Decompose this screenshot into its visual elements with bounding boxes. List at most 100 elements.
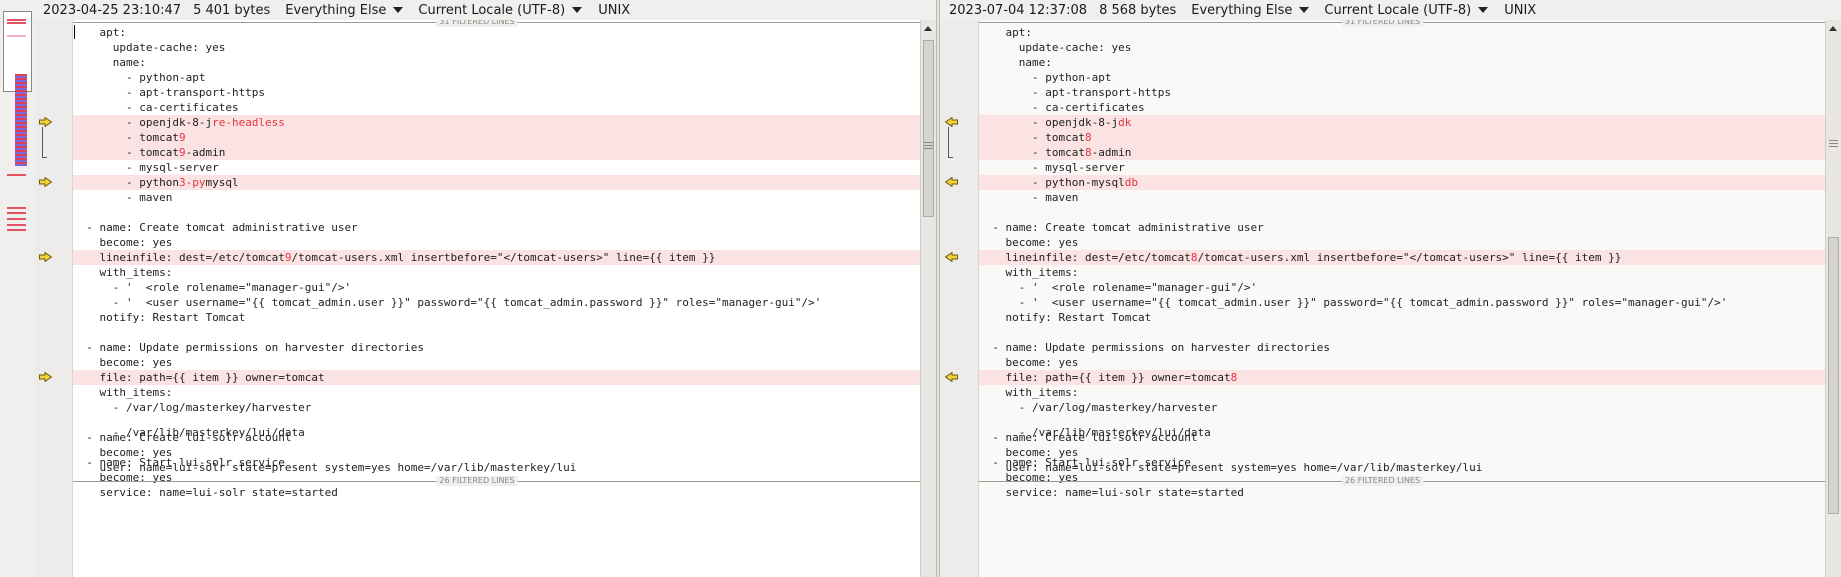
changed-line: - tomcat9-admin xyxy=(73,145,920,160)
right-scroll-thumb[interactable] xyxy=(1828,237,1839,514)
line-text: - python-apt xyxy=(979,71,1112,84)
right-timestamp: 2023-07-04 12:37:08 xyxy=(949,2,1088,18)
scroll-up-icon[interactable] xyxy=(924,26,932,31)
left-file-pane: 2023-04-25 23:10:47 5 401 bytes Everythi… xyxy=(34,0,936,577)
copy-left-arrow-icon[interactable] xyxy=(945,252,958,262)
line-text: update-cache: yes xyxy=(73,41,226,54)
code-line: with_items: xyxy=(73,385,920,400)
line-text: - maven xyxy=(979,191,1079,204)
copy-left-arrow-icon[interactable] xyxy=(945,177,958,187)
changed-text: 8 xyxy=(1084,131,1092,144)
scroll-up-icon[interactable] xyxy=(1829,26,1837,31)
overview-change-block xyxy=(15,74,27,166)
scroll-grip-icon xyxy=(1829,146,1838,147)
changed-line: - tomcat8-admin xyxy=(979,145,1825,160)
left-file-size: 5 401 bytes xyxy=(193,2,271,18)
left-gutter xyxy=(34,20,73,577)
changed-text: dk xyxy=(1118,116,1132,129)
line-text: service: name=lui-solr state=started xyxy=(73,486,338,499)
line-text: /tomcat-users.xml insertbefore="</tomcat… xyxy=(1197,251,1622,264)
code-line: notify: Restart Tomcat xyxy=(73,310,920,325)
left-encoding-dropdown[interactable]: Current Locale (UTF-8) xyxy=(418,3,583,18)
changed-text: 8 xyxy=(1084,146,1092,159)
changed-text: 9 xyxy=(178,131,186,144)
overview-change-mark xyxy=(7,212,26,214)
left-file-header: 2023-04-25 23:10:47 5 401 bytes Everythi… xyxy=(34,0,936,20)
line-text: update-cache: yes xyxy=(979,41,1132,54)
code-line: - python-apt xyxy=(73,70,920,85)
code-line: - /var/log/masterkey/harvester xyxy=(979,400,1825,415)
changed-text: re-headless xyxy=(212,116,285,129)
right-code-block: apt: update-cache: yes name: - python-ap… xyxy=(979,20,1825,577)
line-text: /tomcat-users.xml insertbefore="</tomcat… xyxy=(291,251,716,264)
code-line: - ' <role rolename="manager-gui"/>' xyxy=(73,280,920,295)
line-text: become: yes xyxy=(979,356,1079,369)
line-text: - ca-certificates xyxy=(979,101,1145,114)
scroll-grip-icon xyxy=(924,148,933,149)
copy-right-arrow-icon[interactable] xyxy=(39,372,52,382)
line-text: with_items: xyxy=(73,386,173,399)
overview-change-mark xyxy=(7,229,26,231)
left-filter-label: Everything Else xyxy=(285,2,387,18)
line-text: file: path={{ item }} owner=tomcat xyxy=(979,371,1231,384)
filtered-lines-label: 26 FILTERED LINES xyxy=(436,476,518,486)
line-text: - name: Start lui-solr service xyxy=(979,456,1191,469)
right-vertical-scrollbar[interactable] xyxy=(1825,20,1841,577)
scroll-grip-icon xyxy=(924,142,933,143)
code-line: - /var/lib/masterkey/lui/data xyxy=(979,425,1825,440)
right-filter-label: Everything Else xyxy=(1191,2,1293,18)
changed-line: file: path={{ item }} owner=tomcat xyxy=(73,370,920,385)
code-line: - name: Start lui-solr service xyxy=(73,455,920,470)
changed-line: lineinfile: dest=/etc/tomcat9/tomcat-use… xyxy=(73,250,920,265)
line-text: become: yes xyxy=(73,236,173,249)
chevron-down-icon xyxy=(393,7,404,13)
line-text: - python-apt xyxy=(73,71,206,84)
right-text-area[interactable]: 31 FILTERED LINES apt: update-cache: yes… xyxy=(979,20,1825,577)
line-text: with_items: xyxy=(979,386,1079,399)
line-text: - mysql-server xyxy=(979,161,1125,174)
code-line: - mysql-server xyxy=(979,160,1825,175)
code-line: with_items: xyxy=(979,385,1825,400)
left-text-area[interactable]: 31 FILTERED LINES apt: update-cache: yes… xyxy=(73,20,920,577)
line-text: - /var/lib/masterkey/lui/data xyxy=(979,426,1211,439)
copy-left-arrow-icon[interactable] xyxy=(945,117,958,127)
line-text: - apt-transport-https xyxy=(979,86,1172,99)
changed-line: file: path={{ item }} owner=tomcat8 xyxy=(979,370,1825,385)
overview-change-mark xyxy=(7,218,26,220)
code-line: - ' <role rolename="manager-gui"/>' xyxy=(979,280,1825,295)
code-line: become: yes xyxy=(73,235,920,250)
copy-right-arrow-icon[interactable] xyxy=(39,177,52,187)
left-scroll-thumb[interactable] xyxy=(923,40,934,217)
line-text: - mysql-server xyxy=(73,161,219,174)
line-text: - ca-certificates xyxy=(73,101,239,114)
left-code-block: apt: update-cache: yes name: - python-ap… xyxy=(73,20,920,577)
filtered-lines-separator[interactable]: 26 FILTERED LINES xyxy=(73,476,920,486)
code-line: service: name=lui-solr state=started xyxy=(73,485,920,500)
code-line: - ' <user username="{{ tomcat_admin.user… xyxy=(979,295,1825,310)
copy-right-arrow-icon[interactable] xyxy=(39,252,52,262)
code-line: apt: xyxy=(73,25,920,40)
line-text: - maven xyxy=(73,191,173,204)
right-encoding-dropdown[interactable]: Current Locale (UTF-8) xyxy=(1324,3,1489,18)
code-line: - ca-certificates xyxy=(979,100,1825,115)
left-line-ending: UNIX xyxy=(598,2,631,18)
overview-change-mark xyxy=(7,207,26,209)
right-filter-dropdown[interactable]: Everything Else xyxy=(1191,2,1310,18)
filtered-lines-separator[interactable]: 26 FILTERED LINES xyxy=(979,476,1825,486)
line-text: - /var/log/masterkey/harvester xyxy=(73,401,312,414)
left-filter-dropdown[interactable]: Everything Else xyxy=(285,2,404,18)
line-text: become: yes xyxy=(73,356,173,369)
line-text: file: path={{ item }} owner=tomcat xyxy=(73,371,325,384)
diff-overview-map[interactable] xyxy=(0,0,35,577)
line-text: service: name=lui-solr state=started xyxy=(979,486,1244,499)
copy-right-arrow-icon[interactable] xyxy=(39,117,52,127)
right-file-header: 2023-07-04 12:37:08 8 568 bytes Everythi… xyxy=(940,0,1841,20)
changed-text: 8 xyxy=(1190,251,1198,264)
code-line: with_items: xyxy=(979,265,1825,280)
copy-left-arrow-icon[interactable] xyxy=(945,372,958,382)
left-vertical-scrollbar[interactable] xyxy=(920,20,936,577)
line-text: - python xyxy=(73,176,179,189)
